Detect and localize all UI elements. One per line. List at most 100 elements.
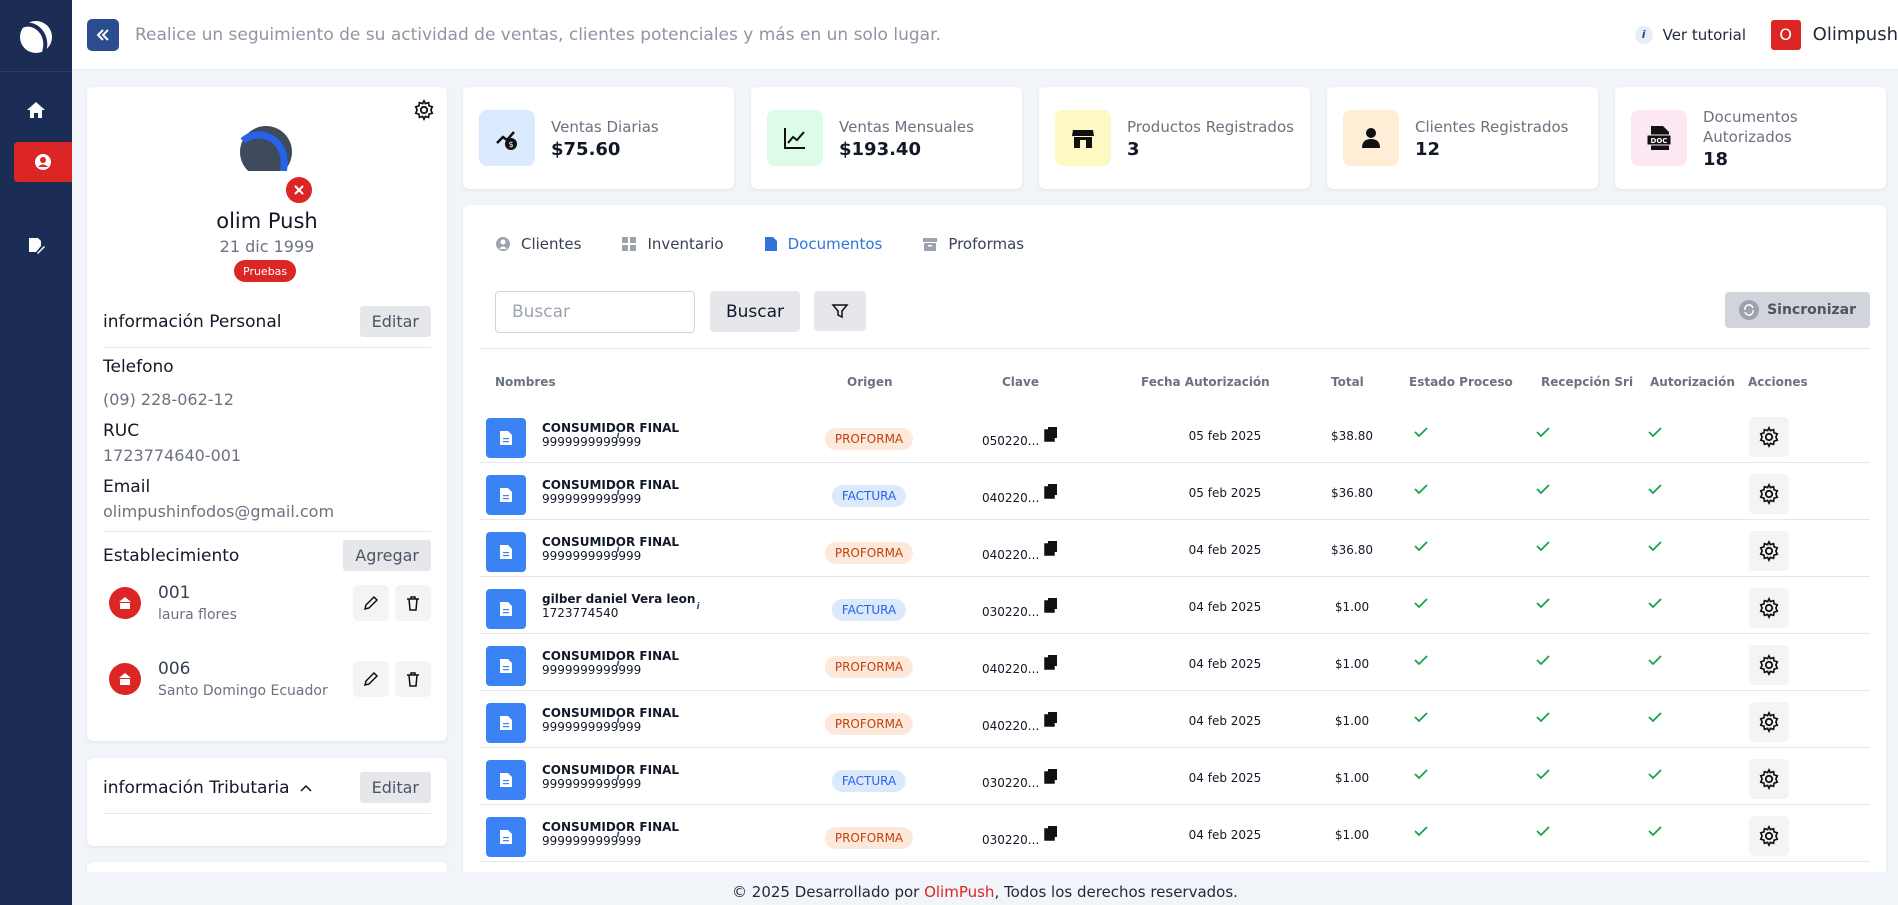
check-icon <box>1414 655 1428 666</box>
check-icon <box>1648 655 1662 666</box>
search-button[interactable]: Buscar <box>710 291 801 332</box>
tutorial-label: Ver tutorial <box>1662 25 1746 44</box>
document-icon <box>500 602 512 616</box>
check-icon <box>1648 826 1662 837</box>
stat-value: 12 <box>1415 138 1441 160</box>
check-icon <box>1414 712 1428 723</box>
row-actions-button[interactable] <box>1749 531 1789 571</box>
tax-info-header[interactable]: información Tributaria Editar <box>103 772 431 803</box>
search-input[interactable] <box>495 291 695 333</box>
authorization-date: 04 feb 2025 <box>1188 657 1262 671</box>
remove-photo-button[interactable] <box>284 175 314 205</box>
copy-key-button[interactable] <box>1043 654 1059 673</box>
copy-icon <box>1044 484 1057 499</box>
edit-personal-button[interactable]: Editar <box>359 306 431 337</box>
filter-button[interactable] <box>814 291 866 331</box>
info-icon[interactable]: i <box>611 828 625 842</box>
tutorial-link[interactable]: i Ver tutorial <box>1634 25 1746 44</box>
process-status <box>1414 540 1428 555</box>
copy-icon <box>1044 769 1057 784</box>
process-status <box>1414 597 1428 612</box>
user-name: Olimpush <box>1812 24 1898 45</box>
copy-key-button[interactable] <box>1043 540 1059 559</box>
document-icon <box>500 545 512 559</box>
edit-establishment-button[interactable] <box>353 585 389 621</box>
money-chart-icon: $ <box>496 131 517 150</box>
copy-key-button[interactable] <box>1043 597 1059 616</box>
sidebar-item-documents[interactable] <box>0 226 72 266</box>
info-icon[interactable]: i <box>691 600 705 614</box>
info-icon[interactable]: i <box>611 657 625 671</box>
delete-establishment-button[interactable] <box>395 585 431 621</box>
table-row[interactable]: CONSUMIDOR FINAL 9999999999999 i FACTURA 030… <box>479 748 1870 805</box>
stat-value: $193.40 <box>839 138 921 160</box>
info-icon[interactable]: i <box>611 714 625 728</box>
origin-badge: PROFORMA <box>824 827 914 849</box>
info-icon[interactable]: i <box>611 486 625 500</box>
row-actions-button[interactable] <box>1749 474 1789 514</box>
footer-brand-link[interactable]: OlimPush <box>924 883 994 901</box>
profile-date: 21 dic 1999 <box>219 237 315 256</box>
edit-establishment-button[interactable] <box>353 661 389 697</box>
row-actions-button[interactable] <box>1749 759 1789 799</box>
copy-icon <box>1044 427 1057 442</box>
info-icon[interactable]: i <box>611 429 625 443</box>
row-actions-button[interactable] <box>1749 702 1789 742</box>
tab-documentos[interactable]: Documentos <box>764 235 882 253</box>
tab-proformas[interactable]: Proformas <box>922 235 1024 253</box>
sidebar-item-profile[interactable] <box>14 142 72 182</box>
sidebar-item-home[interactable] <box>0 90 72 130</box>
table-row[interactable]: CONSUMIDOR FINAL 9999999999999 i PROFORMA 03… <box>479 805 1870 862</box>
document-type-badge <box>486 589 526 629</box>
user-menu[interactable]: O Olimpush <box>1770 19 1898 50</box>
footer: © 2025 Desarrollado por OlimPush, Todos … <box>72 872 1898 905</box>
total-amount: $1.00 <box>1334 771 1370 785</box>
phone-label: Telefono <box>103 357 174 377</box>
row-actions-button[interactable] <box>1749 417 1789 457</box>
collapse-sidebar-button[interactable] <box>87 18 119 51</box>
table-row[interactable]: CONSUMIDOR FINAL 9999999999999 i FACTURA 040… <box>479 463 1870 520</box>
row-actions-button[interactable] <box>1749 645 1789 685</box>
column-header: Clave <box>1002 375 1039 389</box>
chevron-up-icon <box>300 784 312 792</box>
chevrons-left-icon <box>96 28 109 41</box>
status-badge: Pruebas <box>234 260 297 282</box>
copy-key-button[interactable] <box>1043 768 1059 787</box>
divider <box>479 348 1870 349</box>
table-row[interactable]: CONSUMIDOR FINAL 9999999999999 i PROFORMA 04… <box>479 691 1870 748</box>
copy-key-button[interactable] <box>1043 711 1059 730</box>
info-icon[interactable]: i <box>611 771 625 785</box>
tab-clientes[interactable]: Clientes <box>495 235 581 253</box>
check-icon <box>1414 484 1428 495</box>
table-row[interactable]: gilber daniel Vera leon 1723774540 i FACTUR… <box>479 577 1870 634</box>
home-icon <box>27 102 45 118</box>
profile-settings-button[interactable] <box>413 98 435 125</box>
copy-icon <box>1044 655 1057 670</box>
table-row[interactable]: CONSUMIDOR FINAL 9999999999999 i PROFORMA 05… <box>479 406 1870 463</box>
check-icon <box>1648 769 1662 780</box>
email-value: olimpushinfodos@gmail.com <box>103 502 335 521</box>
check-icon <box>1536 484 1550 495</box>
info-icon[interactable]: i <box>611 543 625 557</box>
copy-key-button[interactable] <box>1043 825 1059 844</box>
delete-establishment-button[interactable] <box>395 661 431 697</box>
document-icon <box>500 488 512 502</box>
app-logo[interactable] <box>0 0 72 72</box>
add-establishment-button[interactable]: Agregar <box>343 540 431 571</box>
table-row[interactable]: CONSUMIDOR FINAL 9999999999999 i PROFORMA 04… <box>479 520 1870 577</box>
row-actions-button[interactable] <box>1749 588 1789 628</box>
edit-tax-button[interactable]: Editar <box>359 772 431 803</box>
sri-reception-status <box>1536 426 1550 441</box>
sri-reception-status <box>1536 825 1550 840</box>
row-actions-button[interactable] <box>1749 816 1789 856</box>
copy-key-button[interactable] <box>1043 426 1059 445</box>
tab-inventario[interactable]: Inventario <box>621 235 724 253</box>
table-row[interactable]: CONSUMIDOR FINAL 9999999999999 i PROFORMA 04… <box>479 634 1870 691</box>
sync-button[interactable]: Sincronizar <box>1725 292 1870 328</box>
check-icon <box>1648 712 1662 723</box>
gear-icon <box>1759 483 1779 505</box>
authorization-status <box>1648 654 1662 669</box>
copy-key-button[interactable] <box>1043 483 1059 502</box>
column-header: Recepción Sri <box>1541 375 1634 389</box>
stat-icon-box: $ <box>479 110 535 166</box>
